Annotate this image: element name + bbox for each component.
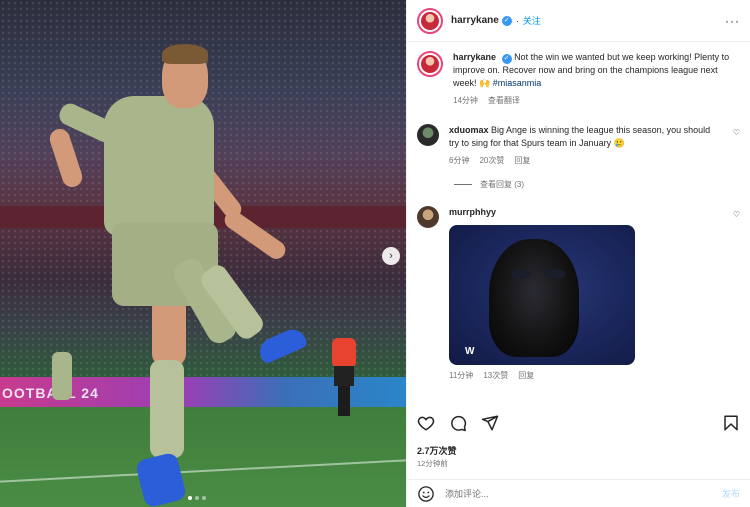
author-avatar[interactable] (417, 7, 443, 34)
commenter-avatar[interactable] (417, 206, 439, 228)
carousel-dot (202, 496, 206, 500)
comment-reply-button[interactable]: 回复 (514, 155, 530, 166)
commenter-avatar[interactable] (417, 124, 439, 146)
see-translation-link[interactable]: 查看翻译 (488, 95, 520, 106)
player-hair (162, 44, 208, 64)
post-time: 12分钟前 (417, 459, 448, 468)
comment-time: 11分钟 (449, 371, 474, 380)
mask-eye (545, 269, 565, 279)
comment-body: murrphhyy (449, 206, 635, 219)
caption-author-avatar[interactable] (417, 51, 443, 77)
player-standing-sock (150, 360, 184, 458)
author-username[interactable]: harrykane (451, 15, 499, 26)
verified-badge-icon: ✓ (501, 15, 512, 26)
comment-reply-button[interactable]: 回复 (518, 370, 534, 381)
replies-line (454, 184, 472, 185)
comment-row: murrphhyy W 11分钟 13次赞 回复 ♡ (417, 206, 740, 381)
comments-scroll[interactable]: harrykane ✓ Not the win we wanted but we… (407, 43, 750, 403)
comment-icon[interactable] (449, 414, 467, 432)
wwe-logo: W (465, 346, 475, 357)
caption-hashtag[interactable]: #miasanmia (493, 78, 542, 88)
comment-row: xduomax Big Ange is winning the league t… (417, 124, 740, 166)
comment-like-heart-icon[interactable]: ♡ (733, 210, 740, 219)
comment-composer: 发布 (407, 479, 750, 507)
post-header: harrykane ✓ · 关注 ··· (407, 0, 750, 42)
referee-shorts (334, 366, 354, 386)
follow-button[interactable]: 关注 (523, 14, 541, 27)
carousel-dot-active (188, 496, 192, 500)
carousel-dot (195, 496, 199, 500)
comment-username[interactable]: xduomax (449, 125, 489, 135)
more-options-icon[interactable]: ··· (725, 14, 740, 28)
comment-time: 6分钟 (449, 156, 470, 165)
background-player (52, 352, 72, 400)
referee-legs (338, 386, 350, 416)
comment-like-heart-icon[interactable]: ♡ (733, 128, 740, 137)
mask-eye (511, 269, 531, 279)
player-jersey (104, 96, 214, 236)
comment-username[interactable]: murrphhyy (449, 207, 496, 217)
caption: harrykane ✓ Not the win we wanted but we… (453, 51, 740, 90)
comment-meta: 11分钟 13次赞 回复 (449, 370, 635, 381)
likes-count[interactable]: 2.7万次赞 (417, 444, 457, 457)
comment-text: Big Ange is winning the league this seas… (449, 125, 711, 148)
post-actions (417, 410, 740, 436)
post-sidebar: harrykane ✓ · 关注 ··· harrykane ✓ Not the… (406, 0, 750, 507)
caption-meta: 14分钟 查看翻译 (453, 95, 740, 106)
bookmark-icon[interactable] (722, 414, 740, 432)
caption-row: harrykane ✓ Not the win we wanted but we… (417, 51, 740, 106)
comment-likes[interactable]: 13次赞 (483, 370, 508, 381)
comment-meta: 6分钟 20次赞 回复 (449, 155, 722, 166)
comment-body: xduomax Big Ange is winning the league t… (449, 124, 722, 150)
masked-figure (489, 239, 579, 357)
comment-likes[interactable]: 20次赞 (479, 155, 504, 166)
comment-gif[interactable]: W (449, 225, 635, 365)
adboard-text: OOTBALL 24 (2, 385, 99, 401)
caption-time: 14分钟 (453, 96, 478, 105)
carousel-next-button[interactable]: › (382, 247, 400, 265)
carousel-dots (188, 496, 206, 500)
comment-input[interactable] (445, 488, 712, 499)
referee (332, 338, 356, 368)
view-replies-button[interactable]: 查看回复 (3) (454, 179, 740, 190)
post-comment-button[interactable]: 发布 (722, 487, 740, 500)
send-icon[interactable] (481, 414, 499, 432)
separator-dot: · (515, 15, 519, 26)
heart-icon[interactable] (417, 414, 435, 432)
post-photo: OOTBALL 24 › (0, 0, 406, 507)
caption-username[interactable]: harrykane (453, 52, 496, 62)
view-replies-label: 查看回复 (3) (480, 180, 524, 189)
verified-badge-icon: ✓ (501, 54, 512, 64)
chevron-right-icon: › (389, 250, 393, 262)
pitch (0, 407, 406, 507)
player-standing-leg (152, 296, 186, 366)
emoji-icon[interactable] (417, 485, 435, 503)
